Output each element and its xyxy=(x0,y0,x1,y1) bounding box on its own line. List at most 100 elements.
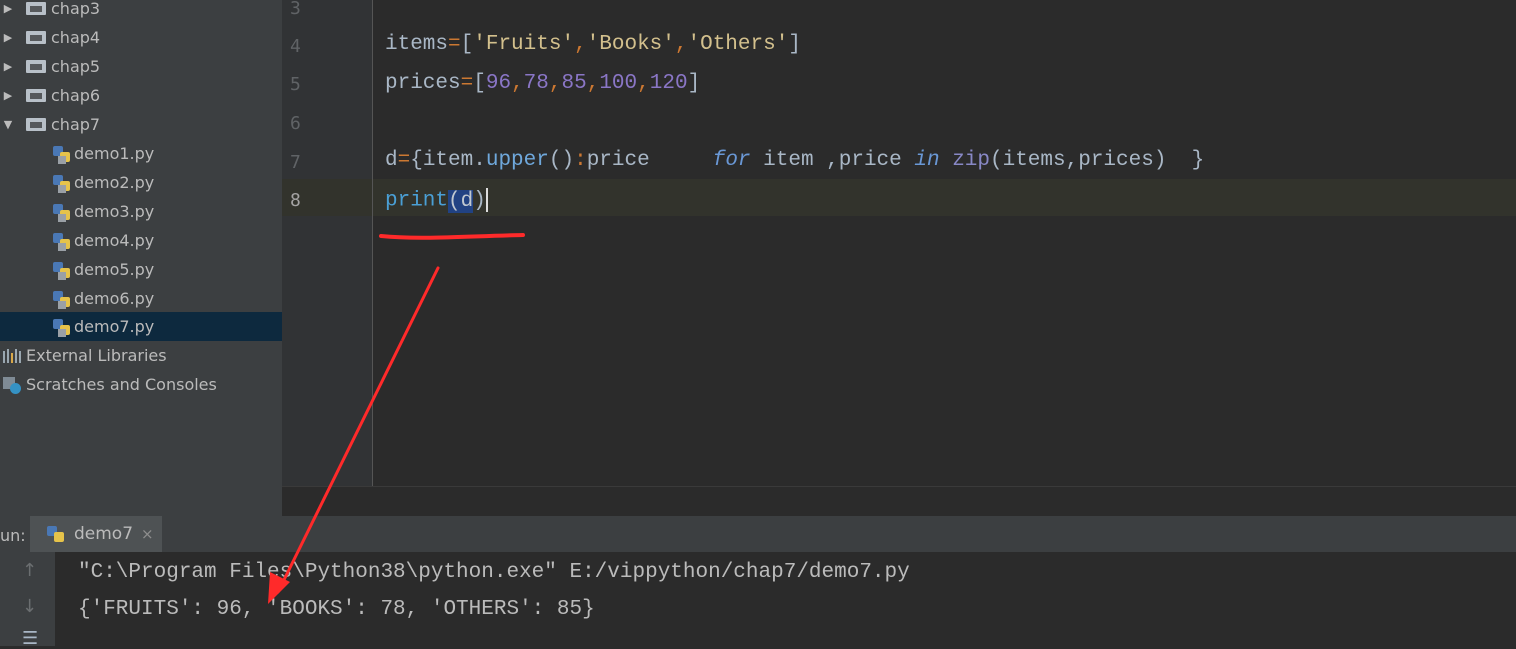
code-string: 'Fruits' xyxy=(473,33,575,56)
code-number: 96 xyxy=(485,72,512,95)
code-number: 100 xyxy=(599,72,638,95)
folder-icon xyxy=(26,60,46,73)
scroll-down-icon[interactable]: ↓ xyxy=(22,596,37,617)
chevron-right-icon[interactable]: ▶ xyxy=(2,2,14,15)
code-builtin: zip xyxy=(952,149,990,172)
code-line-4[interactable]: items=['Fruits','Books','Others'] xyxy=(385,33,801,56)
tree-item-demo5[interactable]: demo5.py xyxy=(0,255,282,284)
chevron-down-icon[interactable]: ▼ xyxy=(2,118,14,131)
python-icon xyxy=(46,524,66,544)
code-token: () xyxy=(548,149,575,172)
tree-item-label: chap6 xyxy=(51,86,101,105)
run-tab-title: demo7 xyxy=(74,524,134,544)
run-tab-demo7[interactable]: demo7 × xyxy=(30,516,162,552)
code-token: d xyxy=(460,189,474,213)
code-token: , xyxy=(548,72,562,95)
tree-item-label: chap4 xyxy=(51,28,101,47)
line-number: 6 xyxy=(290,113,301,134)
tree-item-label: demo2.py xyxy=(74,173,155,192)
run-panel-header xyxy=(0,516,1516,553)
code-builtin: print xyxy=(385,189,449,213)
python-file-icon xyxy=(52,260,72,280)
gutter-divider xyxy=(372,0,373,486)
tree-item-demo7[interactable]: demo7.py xyxy=(0,312,282,341)
python-file-icon xyxy=(52,202,72,222)
tree-item-scratches-and-consoles[interactable]: Scratches and Consoles xyxy=(0,370,282,399)
chevron-right-icon[interactable]: ▶ xyxy=(2,89,14,102)
folder-icon xyxy=(26,31,46,44)
code-token: = xyxy=(448,33,461,56)
scroll-up-icon[interactable]: ↑ xyxy=(22,560,37,581)
folder-icon xyxy=(26,118,46,131)
tree-item-label: Scratches and Consoles xyxy=(26,375,217,394)
library-icon xyxy=(2,348,22,363)
code-token: : xyxy=(574,149,587,172)
code-line-7[interactable]: d={item.upper():price for item ,price in… xyxy=(385,149,1204,172)
line-number: 5 xyxy=(290,74,301,95)
code-keyword: for xyxy=(712,149,751,172)
python-file-icon xyxy=(52,289,72,309)
folder-icon xyxy=(26,89,46,102)
code-token: , xyxy=(637,72,650,95)
code-token: , xyxy=(586,72,600,95)
tree-item-demo1[interactable]: demo1.py xyxy=(0,139,282,168)
code-token: = xyxy=(460,72,474,95)
code-string: 'Books' xyxy=(586,33,675,56)
run-toolbar: ↑ ↓ ☰ xyxy=(0,552,55,649)
code-keyword: in xyxy=(914,149,940,172)
tree-item-demo2[interactable]: demo2.py xyxy=(0,168,282,197)
code-token: {item. xyxy=(410,149,486,172)
code-token: = xyxy=(397,149,411,172)
code-line-8[interactable]: print(d) xyxy=(385,188,488,213)
code-line-5[interactable]: prices=[96,78,85,100,120] xyxy=(385,72,700,95)
code-token: ] xyxy=(687,72,701,95)
tree-item-demo6[interactable]: demo6.py xyxy=(0,284,282,313)
run-panel-label: un: xyxy=(0,526,26,545)
tree-item-label: demo1.py xyxy=(74,144,155,163)
tree-item-chap3[interactable]: ▶ chap3 xyxy=(0,0,282,23)
code-number: 85 xyxy=(561,72,587,95)
console-line: {'FRUITS': 96, 'BOOKS': 78, 'OTHERS': 85… xyxy=(78,598,595,621)
code-token: items xyxy=(385,33,449,56)
code-number: 78 xyxy=(523,72,549,95)
code-bracket-match: ( xyxy=(448,189,461,213)
tree-item-label: External Libraries xyxy=(26,346,167,365)
tree-item-demo3[interactable]: demo3.py xyxy=(0,197,282,226)
chevron-right-icon[interactable]: ▶ xyxy=(2,60,14,73)
line-number: 8 xyxy=(290,190,301,211)
code-number: 120 xyxy=(649,72,688,95)
tree-item-label: demo6.py xyxy=(74,289,155,308)
line-number: 3 xyxy=(290,0,301,19)
code-token: , xyxy=(674,33,688,56)
close-icon[interactable]: × xyxy=(141,525,154,543)
code-method: upper xyxy=(485,149,549,172)
code-token: ] xyxy=(788,33,801,56)
tree-item-label: chap7 xyxy=(51,115,101,134)
line-number: 4 xyxy=(290,36,301,57)
python-file-icon xyxy=(52,317,72,337)
tree-item-chap6[interactable]: ▶ chap6 xyxy=(0,81,282,110)
code-string: 'Others' xyxy=(687,33,789,56)
code-token: , xyxy=(511,72,524,95)
code-token: item ,price xyxy=(750,149,915,172)
code-token: d xyxy=(385,149,398,172)
tree-item-label: demo4.py xyxy=(74,231,155,250)
tree-item-demo4[interactable]: demo4.py xyxy=(0,226,282,255)
tree-item-external-libraries[interactable]: External Libraries xyxy=(0,341,282,370)
tree-item-label: chap5 xyxy=(51,57,101,76)
folder-icon xyxy=(26,2,46,15)
scratches-icon xyxy=(2,376,22,394)
python-file-icon xyxy=(52,231,72,251)
text-caret xyxy=(485,188,488,212)
code-token: prices xyxy=(385,72,461,95)
code-token: , xyxy=(574,33,587,56)
code-token: price xyxy=(586,149,713,172)
tree-item-chap5[interactable]: ▶ chap5 xyxy=(0,52,282,81)
tree-item-chap4[interactable]: ▶ chap4 xyxy=(0,23,282,52)
line-number: 7 xyxy=(290,152,301,173)
console-line: "C:\Program Files\Python38\python.exe" E… xyxy=(78,561,910,584)
chevron-right-icon[interactable]: ▶ xyxy=(2,31,14,44)
code-bracket-match: ) xyxy=(473,189,486,213)
tree-item-chap7[interactable]: ▼ chap7 xyxy=(0,110,282,139)
